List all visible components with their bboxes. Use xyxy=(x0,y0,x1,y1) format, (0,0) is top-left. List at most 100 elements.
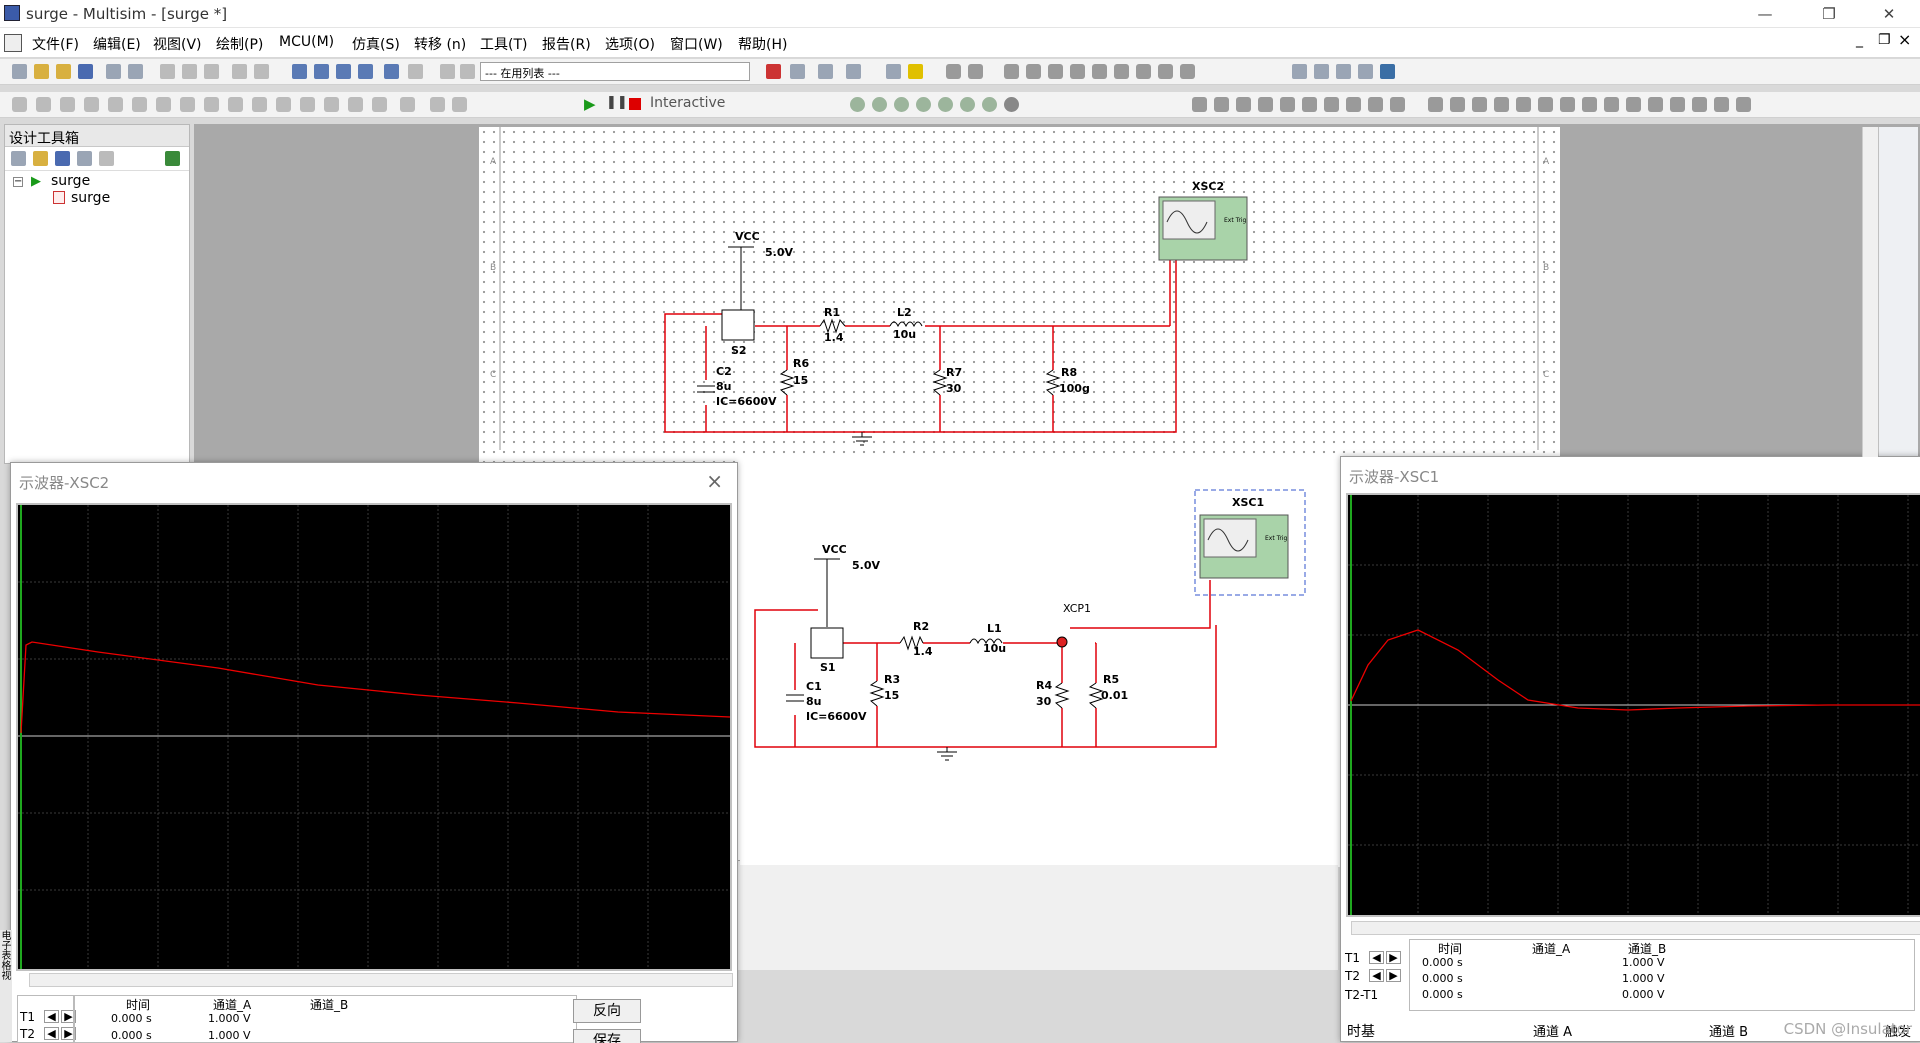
xsc2-hscrollbar[interactable] xyxy=(29,973,733,987)
xsc1-t1-left-arrow-icon[interactable]: ◀ xyxy=(1369,951,1384,964)
xsc1-t2-ch-b: 1.000 V xyxy=(1622,972,1665,985)
scope-xsc1-screen xyxy=(1204,519,1256,557)
r1-value: 1.4 xyxy=(824,331,844,344)
xsc2-t2-left-arrow-icon[interactable]: ◀ xyxy=(44,1027,59,1040)
xsc1-t1-time: 0.000 s xyxy=(1422,956,1463,969)
xsc2-t2-label: T2 xyxy=(20,1027,35,1041)
xsc1-t2-right-arrow-icon[interactable]: ▶ xyxy=(1386,969,1401,982)
xsc2-header-ch-a: 通道_A xyxy=(213,996,251,1013)
border-letter-b: B xyxy=(490,263,496,273)
xsc2-t1-ch-a: 1.000 V xyxy=(208,1012,251,1025)
bottom-cap-ic: IC=6600V xyxy=(806,710,867,723)
xsc2-waveform xyxy=(18,505,730,969)
xsc2-t1-label: T1 xyxy=(20,1010,35,1024)
r6-name: R6 xyxy=(793,357,809,370)
xsc1-t2-left-arrow-icon[interactable]: ◀ xyxy=(1369,969,1384,982)
xsc2-title-bar: 示波器-XSC2 × xyxy=(11,463,737,499)
xsc2-close-button[interactable]: × xyxy=(706,469,723,493)
l2-value: 10u xyxy=(893,328,916,341)
top-vcc-label: VCC xyxy=(735,230,760,243)
probe-xcp1-icon[interactable] xyxy=(1057,637,1067,647)
l1-name: L1 xyxy=(987,622,1002,635)
bottom-cap-value: 8u xyxy=(806,695,822,708)
xsc2-save-button[interactable]: 保存 xyxy=(573,1029,641,1043)
xsc1-t1-right-arrow-icon[interactable]: ▶ xyxy=(1386,951,1401,964)
border-letter-b-right: B xyxy=(1543,263,1549,273)
xsc1-label: XSC1 xyxy=(1232,496,1264,509)
xsc1-scope-display[interactable] xyxy=(1346,493,1920,917)
xsc1-t1-label: T1 xyxy=(1345,951,1360,965)
xsc1-t1-ch-b: 1.000 V xyxy=(1622,956,1665,969)
xsc1-t2t1-label: T2-T1 xyxy=(1345,988,1378,1002)
xsc2-t2-time: 0.000 s xyxy=(111,1029,152,1042)
xsc1-timebase-label: 时基 xyxy=(1347,1021,1375,1041)
xsc1-t2-time: 0.000 s xyxy=(1422,972,1463,985)
top-cap-value: 8u xyxy=(716,380,732,393)
r1-name: R1 xyxy=(824,306,840,319)
top-cap-ic: IC=6600V xyxy=(716,395,777,408)
r4-value: 30 xyxy=(1036,695,1052,708)
top-cap-name: C2 xyxy=(716,365,732,378)
xsc2-t2-ch-a: 1.000 V xyxy=(208,1029,251,1042)
scope-xsc2-screen xyxy=(1163,201,1215,239)
bottom-vcc-label: VCC xyxy=(822,543,847,556)
bottom-cap-name: C1 xyxy=(806,680,822,693)
r2-name: R2 xyxy=(913,620,929,633)
border-letter-a: A xyxy=(490,157,497,167)
r8-value: 100g xyxy=(1059,382,1090,395)
bottom-vcc-value: 5.0V xyxy=(852,559,880,572)
r7-value: 30 xyxy=(946,382,962,395)
xsc2-readout-table: 时间 通道_A 通道_B T1 ◀ ▶ 0.000 s 1.000 V T2 ◀… xyxy=(17,995,577,1043)
xsc2-t1-left-arrow-icon[interactable]: ◀ xyxy=(44,1010,59,1023)
xsc1-channel-b-label: 通道 B xyxy=(1709,1021,1748,1040)
xsc2-t1-time: 0.000 s xyxy=(111,1012,152,1025)
border-letter-a-right: A xyxy=(1543,157,1550,167)
bottom-switch-label: S1 xyxy=(820,661,836,674)
border-letter-c: C xyxy=(490,370,496,380)
xsc1-t2t1-ch-b: 0.000 V xyxy=(1622,988,1665,1001)
xsc1-readout-table: 时间 通道_A 通道_B 0.000 s 1.000 V 0.000 s 1.0… xyxy=(1409,939,1915,1011)
xsc1-header-ch-a: 通道_A xyxy=(1532,940,1570,957)
xsc2-header-ch-b: 通道_B xyxy=(310,996,348,1013)
r3-name: R3 xyxy=(884,673,900,686)
xsc2-label: XSC2 xyxy=(1192,180,1224,193)
xsc1-channel-a-label: 通道 A xyxy=(1533,1021,1572,1040)
xsc2-window-title: 示波器-XSC2 xyxy=(19,474,109,492)
r7-name: R7 xyxy=(946,366,962,379)
canvas-vscrollbar[interactable] xyxy=(1862,127,1878,457)
xsc2-header-time: 时间 xyxy=(126,996,150,1013)
xsc2-reverse-button[interactable]: 反向 xyxy=(573,999,641,1023)
spreadsheet-side-tab[interactable]: 电子表格视 xyxy=(0,930,12,1042)
xsc1-t2-label: T2 xyxy=(1345,969,1360,983)
r2-value: 1.4 xyxy=(913,645,933,658)
border-letter-c-right: C xyxy=(1543,370,1549,380)
r4-name: R4 xyxy=(1036,679,1052,692)
xsc1-title-bar: 示波器-XSC1 xyxy=(1341,457,1920,491)
oscilloscope-xsc1-window: 示波器-XSC1 时间 通道_A 通道_B 0.000 s 1.000 V 0.… xyxy=(1340,456,1920,1042)
top-vcc-value: 5.0V xyxy=(765,246,793,259)
r3-value: 15 xyxy=(884,689,899,702)
r5-value: 0.01 xyxy=(1101,689,1128,702)
watermark-text: CSDN @Insulator xyxy=(1784,1020,1912,1038)
top-circuit-components xyxy=(697,247,1059,445)
xsc1-t2t1-time: 0.000 s xyxy=(1422,988,1463,1001)
l2-name: L2 xyxy=(897,306,912,319)
xsc1-hscrollbar[interactable] xyxy=(1351,921,1920,935)
xsc1-waveform xyxy=(1348,495,1920,915)
l1-value: 10u xyxy=(983,642,1006,655)
xsc2-ext-trig: Ext Trig xyxy=(1224,217,1247,224)
xsc1-header-ch-b: 通道_B xyxy=(1628,940,1666,957)
xsc1-window-title: 示波器-XSC1 xyxy=(1349,468,1439,486)
top-switch-label: S2 xyxy=(731,344,747,357)
xsc2-table-divider xyxy=(73,995,75,1043)
xsc1-ext-trig: Ext Trig xyxy=(1265,535,1288,542)
oscilloscope-xsc2-window: 示波器-XSC2 × 时间 通道_A 通道_B T1 ◀ ▶ 0.000 s 1… xyxy=(10,462,738,1042)
r8-name: R8 xyxy=(1061,366,1077,379)
xsc2-scope-display[interactable] xyxy=(16,503,732,971)
r5-name: R5 xyxy=(1103,673,1119,686)
xsc2-trace-a xyxy=(21,642,730,733)
r6-value: 15 xyxy=(793,374,808,387)
xsc1-header-time: 时间 xyxy=(1438,940,1462,957)
xcp1-label: XCP1 xyxy=(1063,602,1091,615)
xsc1-trace xyxy=(1351,630,1920,710)
